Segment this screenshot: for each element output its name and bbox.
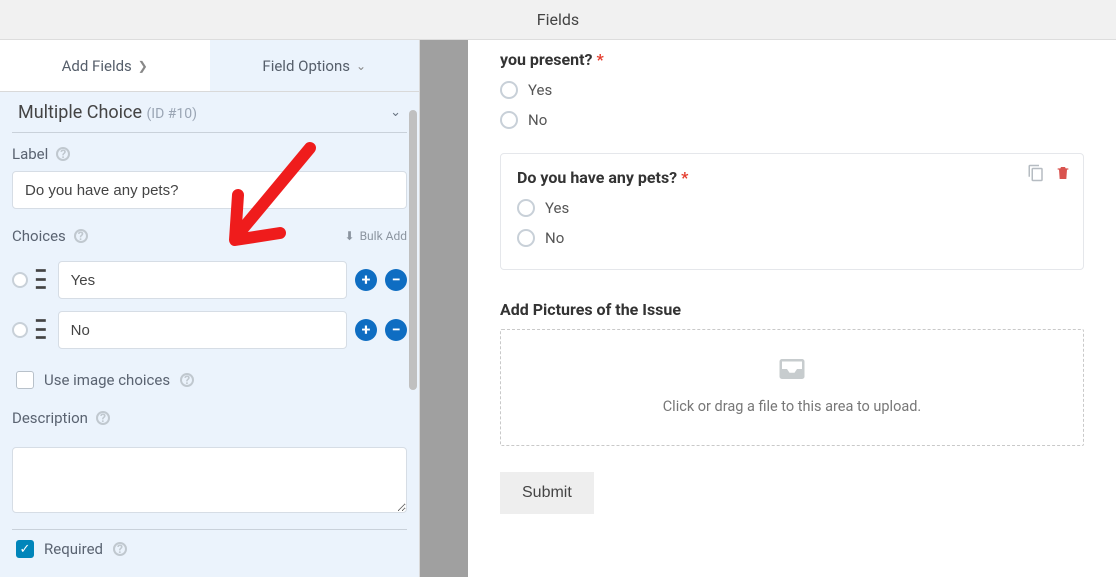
section-title: Label — [12, 145, 48, 163]
radio-option[interactable]: Yes — [500, 75, 1084, 105]
option-label: Yes — [528, 81, 552, 99]
question-label: Do you have any pets? * — [517, 168, 1067, 193]
option-label: No — [528, 111, 547, 129]
trash-icon[interactable] — [1055, 164, 1071, 186]
help-icon[interactable]: ? — [96, 411, 110, 425]
divider — [12, 529, 407, 530]
choice-row: ━━━ + − — [0, 305, 419, 355]
remove-choice-button[interactable]: − — [385, 269, 407, 291]
section-title-row: Description ? — [12, 409, 407, 427]
main: Add Fields ❯ Field Options ⌄ Multiple Ch… — [0, 40, 1116, 577]
preview-canvas: you present? * Yes No — [468, 40, 1116, 577]
field-type-name: Multiple Choice — [18, 102, 142, 123]
help-icon[interactable]: ? — [56, 147, 70, 161]
chevron-right-icon: ❯ — [138, 59, 148, 73]
description-section: Description ? — [0, 393, 419, 439]
description-textarea[interactable] — [12, 447, 407, 513]
option-label: Yes — [545, 199, 569, 217]
bulk-add-link[interactable]: ⬇ Bulk Add — [345, 229, 408, 243]
option-label: No — [545, 229, 564, 247]
add-choice-button[interactable]: + — [355, 319, 377, 341]
tab-label: Add Fields — [62, 57, 132, 75]
sidebar: Add Fields ❯ Field Options ⌄ Multiple Ch… — [0, 40, 420, 577]
form-preview: you present? * Yes No — [420, 40, 1116, 577]
add-choice-button[interactable]: + — [355, 269, 377, 291]
required-label: Required — [44, 540, 103, 558]
chevron-down-icon: ⌄ — [356, 59, 366, 73]
field-id: (ID #10) — [146, 106, 197, 122]
help-icon[interactable]: ? — [74, 229, 88, 243]
question-text: Do you have any pets? — [517, 168, 677, 187]
radio-icon — [500, 111, 518, 129]
radio-option[interactable]: No — [517, 223, 1067, 253]
inbox-icon — [774, 354, 810, 384]
scrollbar-thumb[interactable] — [409, 110, 417, 390]
section-title: Description — [12, 409, 88, 427]
image-choices-row: Use image choices ? — [0, 355, 419, 393]
field-actions — [1027, 164, 1071, 186]
question-text: you present? — [500, 50, 592, 69]
help-icon[interactable]: ? — [113, 542, 127, 556]
radio-icon — [517, 199, 535, 217]
page-title: Fields — [537, 10, 579, 29]
tab-label: Field Options — [262, 57, 350, 75]
label-section: Label ? — [0, 133, 419, 213]
question-label: you present? * — [500, 40, 1084, 75]
radio-icon — [500, 81, 518, 99]
radio-option[interactable]: No — [500, 105, 1084, 135]
image-choices-checkbox[interactable] — [16, 371, 34, 389]
required-row: ✓ Required ? — [0, 540, 419, 562]
choice-text-input[interactable] — [58, 261, 347, 299]
section-title-row: Label ? — [12, 145, 407, 163]
choices-header: Choices ? ⬇ Bulk Add — [0, 213, 419, 255]
section-title: Choices — [12, 227, 66, 245]
label-input[interactable] — [12, 171, 407, 209]
required-star: * — [677, 168, 688, 187]
choice-default-radio[interactable] — [12, 272, 28, 288]
download-icon: ⬇ — [345, 229, 355, 243]
help-icon[interactable]: ? — [180, 373, 194, 387]
tab-add-fields[interactable]: Add Fields ❯ — [0, 40, 210, 92]
collapse-icon[interactable]: ⌄ — [390, 105, 401, 120]
drag-handle-icon[interactable]: ━━━ — [36, 267, 50, 293]
dropzone-text: Click or drag a file to this area to upl… — [511, 398, 1073, 415]
required-checkbox[interactable]: ✓ — [16, 540, 34, 558]
file-dropzone[interactable]: Click or drag a file to this area to upl… — [500, 329, 1084, 446]
required-star: * — [592, 50, 603, 69]
tab-field-options[interactable]: Field Options ⌄ — [210, 40, 420, 92]
page-header: Fields — [0, 0, 1116, 40]
duplicate-icon[interactable] — [1027, 164, 1045, 186]
selected-field-box[interactable]: Do you have any pets? * Yes No — [500, 153, 1084, 270]
bulk-add-label: Bulk Add — [360, 229, 407, 243]
sidebar-tabs: Add Fields ❯ Field Options ⌄ — [0, 40, 419, 92]
remove-choice-button[interactable]: − — [385, 319, 407, 341]
radio-option[interactable]: Yes — [517, 193, 1067, 223]
radio-icon — [517, 229, 535, 247]
drag-handle-icon[interactable]: ━━━ — [36, 317, 50, 343]
choice-row: ━━━ + − — [0, 255, 419, 305]
image-choices-label: Use image choices — [44, 371, 170, 389]
upload-label: Add Pictures of the Issue — [500, 270, 1084, 329]
choice-text-input[interactable] — [58, 311, 347, 349]
submit-button[interactable]: Submit — [500, 472, 594, 514]
field-heading: Multiple Choice (ID #10) ⌄ — [0, 92, 419, 132]
choice-default-radio[interactable] — [12, 322, 28, 338]
